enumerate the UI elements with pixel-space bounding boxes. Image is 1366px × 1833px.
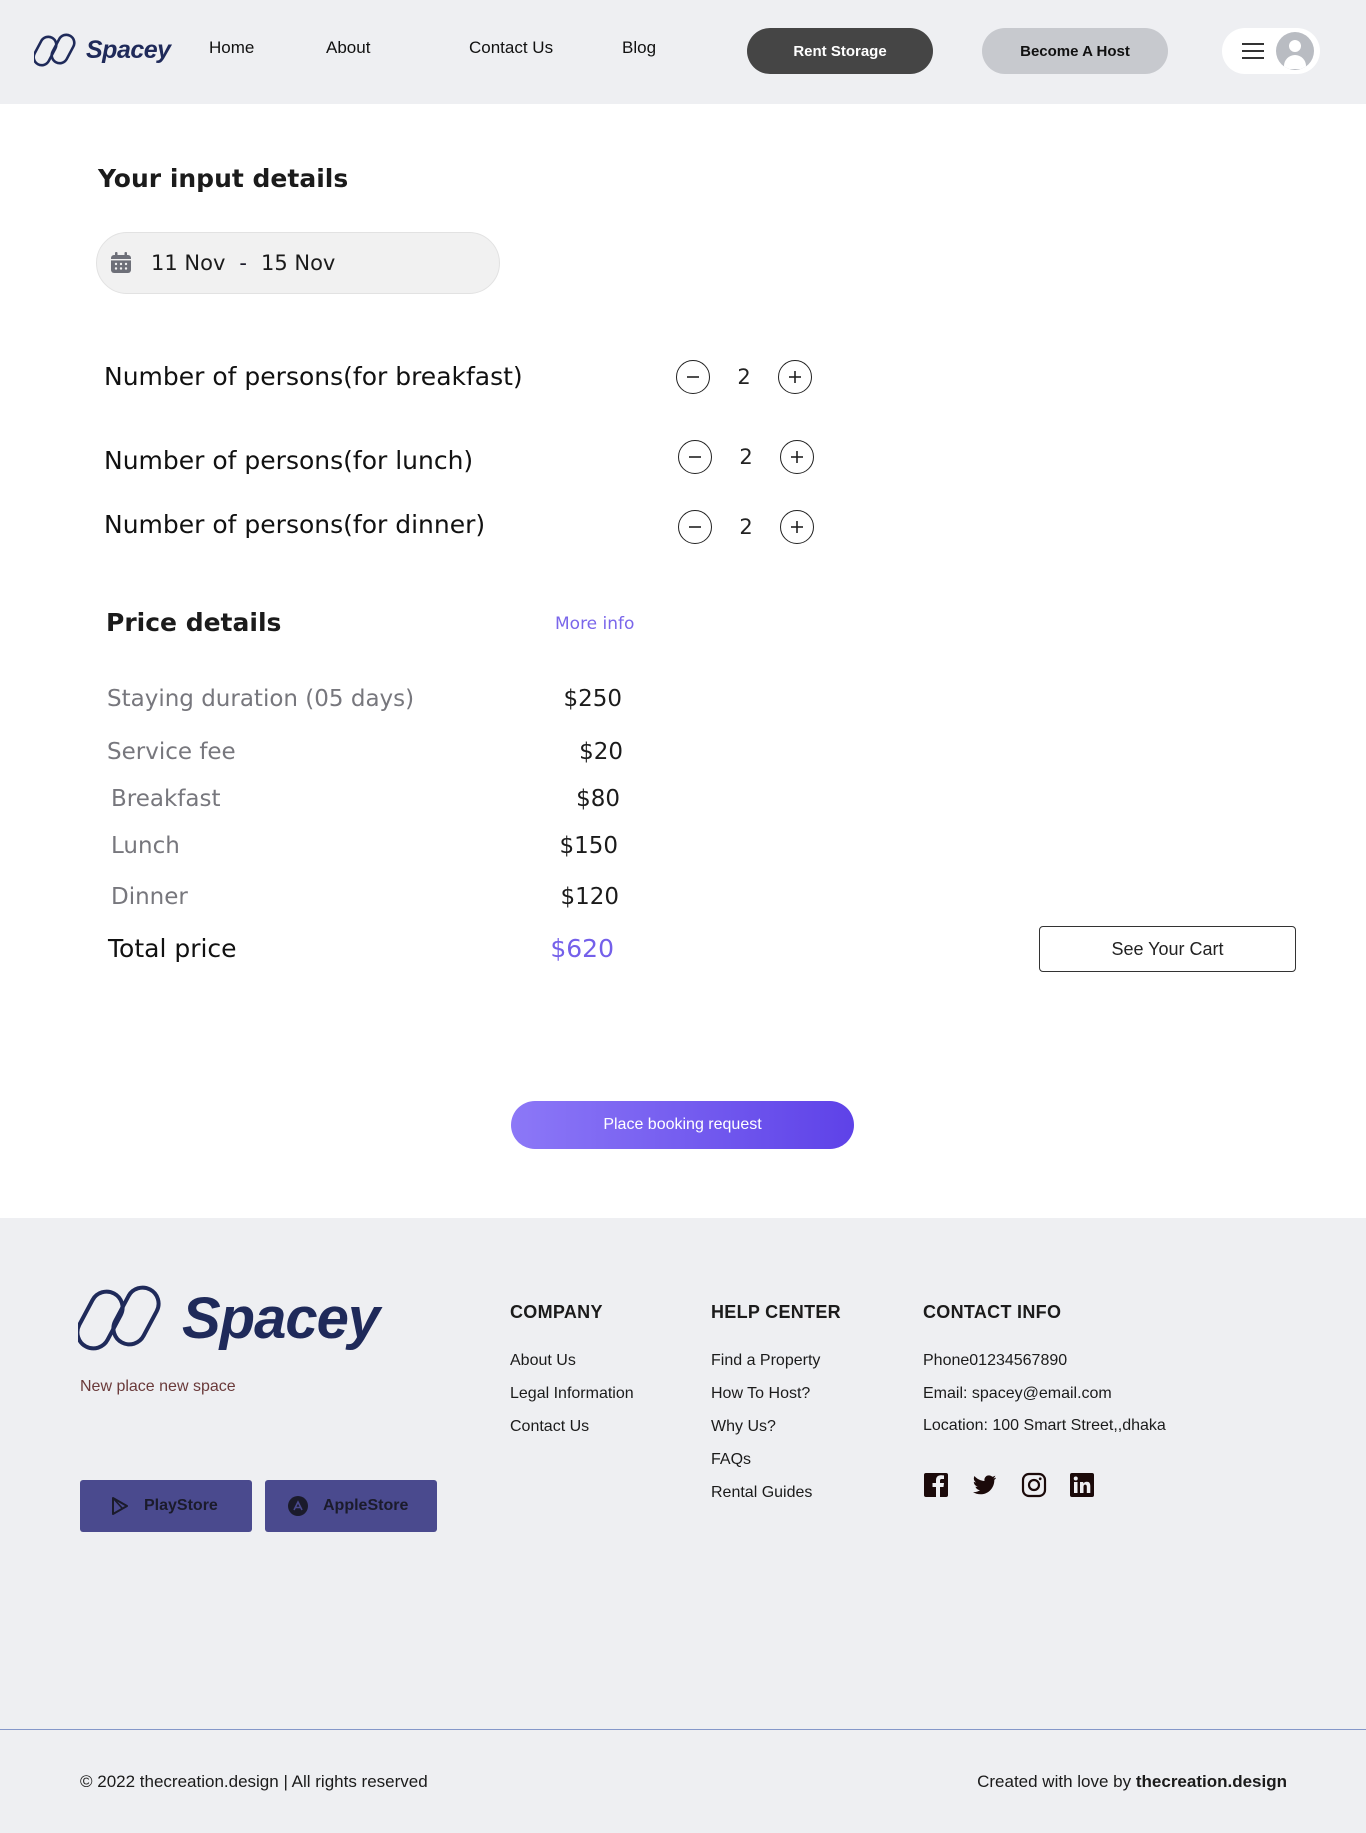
dinner-price-value: $120: [560, 884, 619, 910]
nav-contact-link[interactable]: Contact Us: [469, 38, 553, 58]
lunch-price-label: Lunch: [111, 833, 180, 859]
hamburger-menu-icon: [1242, 43, 1264, 59]
date-separator: -: [239, 251, 247, 275]
instagram-icon[interactable]: [1021, 1472, 1047, 1498]
date-from: 11 Nov: [151, 251, 226, 275]
total-price-value: $620: [550, 934, 614, 963]
more-info-link[interactable]: More info: [555, 614, 634, 634]
contact-info-heading: CONTACT INFO: [923, 1302, 1062, 1322]
footer-tagline: New place new space: [80, 1378, 236, 1395]
dinner-increment-button[interactable]: [780, 510, 814, 544]
lunch-persons-label: Number of persons(for lunch): [104, 446, 474, 475]
lunch-decrement-button[interactable]: [678, 440, 712, 474]
plus-icon: [791, 451, 803, 463]
breakfast-decrement-button[interactable]: [676, 360, 710, 394]
applestore-label: AppleStore: [323, 1497, 409, 1514]
app-store-icon: [288, 1496, 308, 1516]
breakfast-persons-label: Number of persons(for breakfast): [104, 362, 523, 391]
nav-about-link[interactable]: About: [326, 38, 370, 58]
credits-prefix: Created with love by: [977, 1772, 1132, 1791]
twitter-icon[interactable]: [971, 1472, 997, 1498]
footer-find-property-link[interactable]: Find a Property: [711, 1352, 820, 1370]
rent-storage-button[interactable]: Rent Storage: [747, 28, 933, 74]
footer-about-link[interactable]: About Us: [510, 1352, 576, 1370]
see-cart-button[interactable]: See Your Cart: [1039, 926, 1296, 972]
dinner-persons-row: Number of persons(for dinner) 2: [104, 510, 824, 546]
contact-location: Location: 100 Smart Street,,dhaka: [923, 1417, 1166, 1434]
lunch-price-value: $150: [559, 833, 618, 859]
spacey-logo-icon: [78, 1285, 161, 1351]
staying-duration-label: Staying duration (05 days): [107, 686, 415, 712]
user-menu-button[interactable]: [1222, 28, 1320, 74]
dinner-price-label: Dinner: [111, 884, 188, 910]
date-to: 15 Nov: [260, 251, 336, 275]
copyright-text: © 2022 thecreation.design | All rights r…: [80, 1772, 428, 1791]
contact-email: Email: spacey@email.com: [923, 1385, 1112, 1402]
price-details-title: Price details: [106, 608, 282, 637]
play-store-icon: [112, 1497, 128, 1515]
breakfast-persons-row: Number of persons(for breakfast) 2: [104, 360, 824, 398]
plus-icon: [791, 521, 803, 533]
user-avatar-icon: [1276, 32, 1314, 70]
footer-faqs-link[interactable]: FAQs: [711, 1451, 751, 1469]
playstore-button[interactable]: PlayStore: [80, 1480, 252, 1532]
total-price-label: Total price: [108, 934, 237, 963]
dinner-decrement-button[interactable]: [678, 510, 712, 544]
service-fee-value: $20: [579, 739, 623, 765]
site-footer: Spacey New place new space PlayStore App…: [0, 1218, 1366, 1833]
company-heading: COMPANY: [510, 1302, 603, 1322]
input-details-title: Your input details: [98, 164, 349, 193]
applestore-button[interactable]: AppleStore: [265, 1480, 437, 1532]
calendar-icon: [111, 252, 131, 273]
breakfast-price-value: $80: [576, 786, 620, 812]
nav-blog-link[interactable]: Blog: [622, 38, 656, 58]
become-host-button[interactable]: Become A Host: [982, 28, 1168, 74]
brand-logo[interactable]: Spacey: [34, 32, 171, 68]
breakfast-price-label: Breakfast: [111, 786, 221, 812]
dinner-quantity-stepper: 2: [678, 510, 814, 544]
footer-how-to-host-link[interactable]: How To Host?: [711, 1385, 810, 1403]
staying-duration-value: $250: [563, 686, 622, 712]
credits-brand-link[interactable]: thecreation.design: [1136, 1772, 1287, 1791]
footer-legal-link[interactable]: Legal Information: [510, 1385, 634, 1403]
breakfast-count: 2: [737, 365, 751, 389]
lunch-quantity-stepper: 2: [678, 440, 814, 474]
date-range-picker[interactable]: 11 Nov - 15 Nov: [96, 232, 500, 294]
lunch-count: 2: [739, 445, 753, 469]
contact-phone: Phone01234567890: [923, 1352, 1068, 1369]
lunch-persons-row: Number of persons(for lunch) 2: [104, 440, 824, 482]
place-booking-button[interactable]: Place booking request: [511, 1101, 854, 1149]
credits-text: Created with love by thecreation.design: [977, 1772, 1287, 1792]
service-fee-label: Service fee: [107, 739, 236, 765]
dinner-count: 2: [739, 515, 753, 539]
footer-rental-guides-link[interactable]: Rental Guides: [711, 1484, 812, 1502]
minus-icon: [689, 526, 701, 528]
minus-icon: [687, 376, 699, 378]
dinner-persons-label: Number of persons(for dinner): [104, 510, 486, 539]
breakfast-increment-button[interactable]: [778, 360, 812, 394]
breakfast-quantity-stepper: 2: [676, 360, 812, 394]
linkedin-icon[interactable]: [1069, 1472, 1095, 1498]
top-navbar: Spacey Home About Contact Us Blog Rent S…: [0, 0, 1366, 104]
spacey-logo-icon: [34, 33, 76, 67]
footer-divider: [0, 1729, 1366, 1730]
footer-why-us-link[interactable]: Why Us?: [711, 1418, 776, 1436]
facebook-icon[interactable]: [923, 1472, 949, 1498]
help-center-heading: HELP CENTER: [711, 1302, 841, 1322]
lunch-increment-button[interactable]: [780, 440, 814, 474]
minus-icon: [689, 456, 701, 458]
playstore-label: PlayStore: [144, 1497, 218, 1514]
footer-logo-text: Spacey: [182, 1285, 380, 1351]
logo-text: Spacey: [86, 35, 171, 64]
footer-brand-logo[interactable]: Spacey: [78, 1282, 380, 1354]
plus-icon: [789, 371, 801, 383]
nav-home-link[interactable]: Home: [209, 38, 254, 58]
footer-contact-link[interactable]: Contact Us: [510, 1418, 589, 1436]
